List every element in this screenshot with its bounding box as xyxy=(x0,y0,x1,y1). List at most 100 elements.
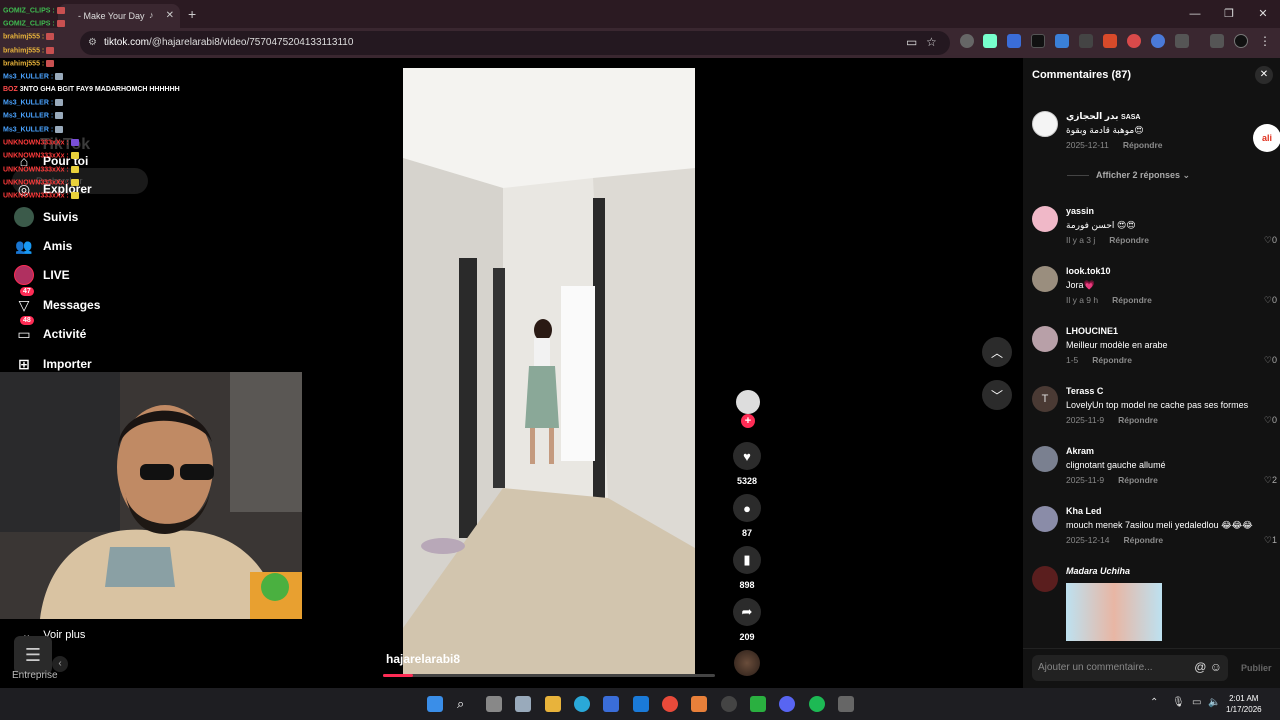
file-explorer-icon[interactable] xyxy=(545,696,561,712)
reply-button[interactable]: Répondre xyxy=(1123,535,1163,545)
search-icon[interactable]: ⌕ xyxy=(457,696,473,712)
cast-icon[interactable]: ▭ xyxy=(906,35,917,49)
volume-icon[interactable]: 🔈 xyxy=(1208,697,1220,708)
close-window-icon[interactable]: ✕ xyxy=(1246,0,1280,28)
reply-button[interactable]: Répondre xyxy=(1123,140,1163,150)
commenter-name[interactable]: بدر الحجازي SASA xyxy=(1066,111,1140,122)
comment-like-button[interactable]: ♡0 xyxy=(1264,415,1277,426)
commenter-avatar[interactable] xyxy=(1032,566,1058,592)
task-view-icon[interactable] xyxy=(486,696,502,712)
site-info-icon[interactable]: ⚙ xyxy=(88,37,97,48)
sidebar-item-activity[interactable]: ▭ 48 Activité xyxy=(14,316,86,344)
hamburger-menu-icon[interactable]: ☰ xyxy=(14,636,52,674)
commenter-name[interactable]: yassin xyxy=(1066,206,1094,216)
video-author[interactable]: hajarelarabi8 xyxy=(386,652,460,666)
commenter-name[interactable]: Terass C xyxy=(1066,386,1103,396)
follow-plus-icon[interactable]: + xyxy=(741,414,755,428)
discord-icon[interactable] xyxy=(779,696,795,712)
extension-icon[interactable] xyxy=(983,34,997,48)
like-button[interactable]: ♥ 5328 xyxy=(733,442,761,486)
music-disc-icon[interactable] xyxy=(734,650,760,676)
commenter-name[interactable]: Kha Led xyxy=(1066,506,1102,516)
commenter-name[interactable]: Akram xyxy=(1066,446,1094,456)
reply-button[interactable]: Répondre xyxy=(1118,415,1158,425)
restore-icon[interactable]: ❐ xyxy=(1212,0,1246,28)
comment-input[interactable]: Ajouter un commentaire... @ ☺ xyxy=(1032,655,1228,681)
commenter-name[interactable]: Madara Uchiha xyxy=(1066,566,1130,576)
save-button[interactable]: ▮ 898 xyxy=(733,546,761,590)
mention-icon[interactable]: @ xyxy=(1194,660,1206,674)
minimize-icon[interactable]: — xyxy=(1178,0,1212,28)
creator-avatar[interactable] xyxy=(736,390,760,414)
bookmark-star-icon[interactable]: ☆ xyxy=(926,35,937,49)
comment-like-button[interactable]: ♡0 xyxy=(1264,295,1277,306)
app-icon[interactable] xyxy=(691,696,707,712)
commenter-avatar[interactable]: T xyxy=(1032,386,1058,412)
sidebar-item-messages[interactable]: ▽ 47 Messages xyxy=(14,287,100,315)
commenter-avatar[interactable] xyxy=(1032,446,1058,472)
reply-button[interactable]: Répondre xyxy=(1112,295,1152,305)
menu-kebab-icon[interactable]: ⋮ xyxy=(1258,34,1272,48)
previous-video-button[interactable]: ︿ xyxy=(982,337,1012,367)
reply-button[interactable]: Répondre xyxy=(1109,235,1149,245)
sidebar-item-friends[interactable]: 👥 Amis xyxy=(14,236,72,256)
video-player[interactable] xyxy=(403,68,695,676)
spotify-icon[interactable] xyxy=(809,696,825,712)
sidebar-item-upload[interactable]: ⊞ Importer xyxy=(14,354,92,374)
reply-button[interactable]: Répondre xyxy=(1092,355,1132,365)
store-icon[interactable] xyxy=(603,696,619,712)
show-replies-button[interactable]: Afficher 2 réponses ⌄ xyxy=(1067,170,1190,181)
video-progress-bar[interactable] xyxy=(383,674,715,677)
app-icon[interactable] xyxy=(838,696,854,712)
extension-icon[interactable] xyxy=(1103,34,1117,48)
share-button[interactable]: ➦ 209 xyxy=(733,598,761,642)
address-bar[interactable]: ⚙ tiktok.com/@hajarelarabi8/video/757047… xyxy=(80,31,950,55)
extension-icon[interactable] xyxy=(1007,34,1021,48)
chrome-icon[interactable] xyxy=(662,696,678,712)
commenter-name[interactable]: look.tok10 xyxy=(1066,266,1111,276)
publish-button[interactable]: Publier xyxy=(1241,663,1272,673)
browser-tab[interactable]: - Make Your Day ♪ ✕ xyxy=(58,4,180,28)
app-icon[interactable] xyxy=(721,696,737,712)
edge-icon[interactable] xyxy=(574,696,590,712)
comment-button[interactable]: ● 87 xyxy=(733,494,761,538)
mail-icon[interactable] xyxy=(633,696,649,712)
reply-button[interactable]: Répondre xyxy=(1118,475,1158,485)
profile-avatar[interactable] xyxy=(1234,34,1248,48)
start-windows-icon[interactable] xyxy=(427,696,443,712)
speaker-icon[interactable]: ♪ xyxy=(149,11,158,20)
extension-icon[interactable] xyxy=(1151,34,1165,48)
sidebar-item-following[interactable]: Suivis xyxy=(14,207,78,227)
commenter-name[interactable]: LHOUCINE1 xyxy=(1066,326,1118,336)
commenter-avatar[interactable] xyxy=(1032,111,1058,137)
extensions-puzzle-icon[interactable] xyxy=(1175,34,1189,48)
comment-like-button[interactable]: ♡2 xyxy=(1264,475,1277,486)
ad-logo-badge[interactable]: ali xyxy=(1253,124,1280,152)
next-video-button[interactable]: ﹀ xyxy=(982,380,1012,410)
comment-like-button[interactable]: ♡0 xyxy=(1264,355,1277,366)
extension-icon[interactable] xyxy=(1031,34,1045,48)
extension-icon[interactable] xyxy=(1055,34,1069,48)
reading-list-icon[interactable] xyxy=(1210,34,1224,48)
emoji-icon[interactable]: ☺ xyxy=(1210,660,1222,674)
system-clock[interactable]: 2:01 AM 1/17/2026 xyxy=(1226,693,1262,715)
app-icon[interactable] xyxy=(750,696,766,712)
comment-like-button[interactable]: ♡1 xyxy=(1264,535,1277,546)
close-comments-icon[interactable]: ✕ xyxy=(1255,66,1273,84)
sidebar-item-live[interactable]: LIVE xyxy=(14,265,70,285)
commenter-avatar[interactable] xyxy=(1032,206,1058,232)
new-tab-button[interactable]: + xyxy=(188,6,196,22)
network-icon[interactable]: ▭ xyxy=(1192,697,1201,708)
commenter-avatar[interactable] xyxy=(1032,266,1058,292)
comment-like-button[interactable]: ♡0 xyxy=(1264,235,1277,246)
microphone-icon[interactable]: 🎙 xyxy=(1172,697,1185,708)
footer-business-link[interactable]: Entreprise xyxy=(12,670,58,681)
extension-icon[interactable] xyxy=(960,34,974,48)
close-tab-icon[interactable]: ✕ xyxy=(166,10,174,21)
commenter-avatar[interactable] xyxy=(1032,326,1058,352)
extension-icon[interactable] xyxy=(1127,34,1141,48)
settings-gear-icon[interactable] xyxy=(515,696,531,712)
comment-image[interactable] xyxy=(1066,583,1162,641)
download-icon[interactable] xyxy=(1079,34,1093,48)
chevron-up-icon[interactable]: ⌃ xyxy=(1150,697,1158,708)
